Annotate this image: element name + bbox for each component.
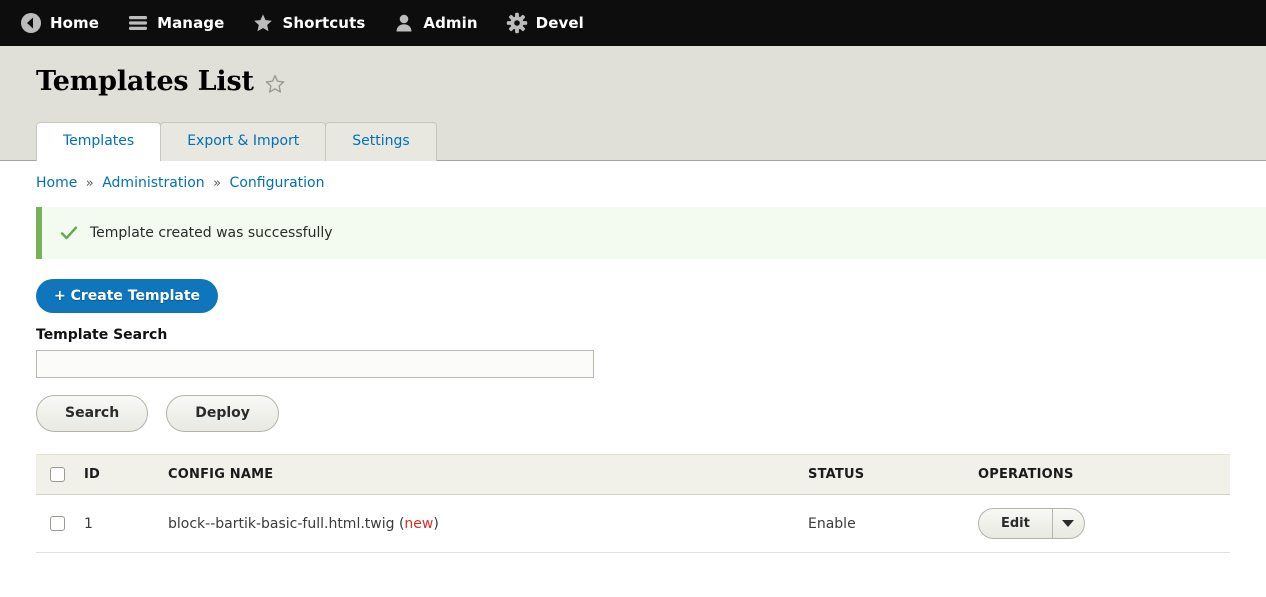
breadcrumb-item-home[interactable]: Home xyxy=(36,175,77,191)
toolbar-item-devel[interactable]: Devel xyxy=(492,0,598,46)
template-search-form: Template Search xyxy=(0,313,1266,379)
edit-button[interactable]: Edit xyxy=(979,509,1052,538)
table-header-status: STATUS xyxy=(800,454,970,496)
status-message-text: Template created was successfully xyxy=(90,224,333,241)
table-header-select-all xyxy=(36,454,76,496)
breadcrumb-item-administration[interactable]: Administration xyxy=(102,175,204,191)
page-header: Templates List Templates Export & Import… xyxy=(0,46,1266,161)
create-template-button[interactable]: + Create Template xyxy=(36,278,219,314)
row-new-badge: new xyxy=(404,515,434,532)
templates-table: ID CONFIG NAME STATUS OPERATIONS 1 block… xyxy=(36,454,1230,554)
row-operations-cell: Edit xyxy=(970,494,1230,554)
table-head: ID CONFIG NAME STATUS OPERATIONS xyxy=(36,454,1230,496)
table-row: 1 block--bartik-basic-full.html.twig (ne… xyxy=(36,494,1230,554)
toolbar-item-manage[interactable]: Manage xyxy=(113,0,238,46)
breadcrumb-separator: » xyxy=(85,175,94,191)
row-status: Enable xyxy=(800,494,970,554)
tab-templates[interactable]: Templates xyxy=(36,122,162,161)
back-arrow-circle-icon xyxy=(20,12,42,34)
toolbar-item-admin[interactable]: Admin xyxy=(379,0,491,46)
admin-toolbar: Home Manage Shortcuts Admin Devel xyxy=(0,0,1266,46)
row-id: 1 xyxy=(76,494,160,554)
breadcrumb-separator: » xyxy=(213,175,222,191)
toolbar-item-devel-label: Devel xyxy=(535,14,584,32)
tab-export-import[interactable]: Export & Import xyxy=(160,122,327,161)
chevron-down-icon xyxy=(1062,520,1075,528)
row-select-cell xyxy=(36,494,76,554)
primary-tabs: Templates Export & Import Settings xyxy=(36,122,1230,161)
toolbar-item-home-label: Home xyxy=(50,14,100,32)
gear-icon xyxy=(506,12,528,34)
status-message: Template created was successfully xyxy=(36,206,1266,259)
template-search-label: Template Search xyxy=(36,327,168,344)
tab-export-import-label: Export & Import xyxy=(187,133,300,150)
row-config-name-cell: block--bartik-basic-full.html.twig (new) xyxy=(160,494,800,554)
toolbar-item-manage-label: Manage xyxy=(157,14,225,32)
breadcrumb: Home » Administration » Configuration xyxy=(0,161,1266,201)
deploy-button[interactable]: Deploy xyxy=(166,395,279,433)
tab-templates-label: Templates xyxy=(63,133,135,150)
toolbar-item-shortcuts-label: Shortcuts xyxy=(282,14,366,32)
operations-toggle-button[interactable] xyxy=(1051,509,1084,539)
table-header-row: ID CONFIG NAME STATUS OPERATIONS xyxy=(36,454,1230,496)
row-checkbox[interactable] xyxy=(50,516,65,532)
search-button[interactable]: Search xyxy=(36,395,149,433)
toolbar-item-shortcuts[interactable]: Shortcuts xyxy=(238,0,379,46)
form-button-row: Search Deploy xyxy=(0,378,1266,433)
row-config-name: block--bartik-basic-full.html.twig xyxy=(168,515,395,532)
breadcrumb-item-configuration[interactable]: Configuration xyxy=(230,175,325,191)
user-icon xyxy=(393,12,415,34)
table-header-id: ID xyxy=(76,454,160,496)
table-header-operations: OPERATIONS xyxy=(970,454,1230,496)
page-title: Templates List xyxy=(36,66,254,97)
select-all-checkbox[interactable] xyxy=(50,467,65,483)
main-content: Home » Administration » Configuration Te… xyxy=(0,160,1266,554)
row-flag-close: ) xyxy=(433,515,439,532)
check-icon xyxy=(60,224,78,242)
tab-settings[interactable]: Settings xyxy=(325,122,437,161)
template-search-input[interactable] xyxy=(36,350,594,379)
operations-dropbutton: Edit xyxy=(978,508,1085,540)
table-body: 1 block--bartik-basic-full.html.twig (ne… xyxy=(36,494,1230,554)
star-outline-icon[interactable] xyxy=(264,73,286,95)
tab-settings-label: Settings xyxy=(352,133,410,150)
primary-actions: + Create Template xyxy=(0,259,1266,314)
star-icon xyxy=(252,12,274,34)
table-header-config-name: CONFIG NAME xyxy=(160,454,800,496)
toolbar-item-admin-label: Admin xyxy=(423,14,478,32)
hamburger-menu-icon xyxy=(127,12,149,34)
templates-table-wrapper: ID CONFIG NAME STATUS OPERATIONS 1 block… xyxy=(0,432,1266,554)
toolbar-item-home[interactable]: Home xyxy=(6,0,113,46)
page-title-row: Templates List xyxy=(36,66,1230,108)
